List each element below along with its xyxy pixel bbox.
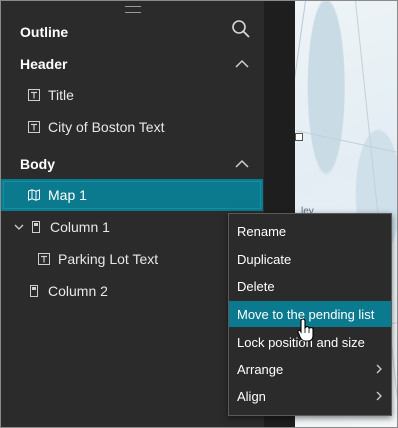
menu-item-align[interactable]: Align (229, 383, 391, 409)
context-menu: Rename Duplicate Delete Move to the pend… (228, 213, 392, 416)
menu-item-duplicate[interactable]: Duplicate (229, 246, 391, 272)
outline-item-city-of-boston-text[interactable]: City of Boston Text (28, 119, 164, 135)
outline-panel: Outline Header Title City of Boston Text… (1, 1, 264, 427)
outline-title: Outline (20, 24, 69, 40)
outline-item-label: City of Boston Text (48, 119, 165, 135)
outline-item-map-1[interactable]: Map 1 (28, 187, 87, 203)
outline-item-label: Map 1 (48, 187, 87, 203)
outline-item-label: Parking Lot Text (58, 251, 159, 267)
outline-item-column-1[interactable]: Column 1 (14, 219, 110, 235)
text-element-icon (38, 253, 50, 265)
map-road (296, 130, 397, 153)
column-icon (32, 221, 40, 233)
outline-item-label: Column 2 (48, 283, 108, 299)
outline-item-title[interactable]: Title (28, 87, 74, 103)
menu-item-rename[interactable]: Rename (229, 218, 391, 244)
chevron-up-icon[interactable] (234, 159, 250, 169)
outline-item-label: Title (48, 87, 74, 103)
map-selection-handle[interactable] (295, 133, 303, 141)
app-window: ley J Outline Header Title (0, 0, 398, 428)
section-header[interactable]: Header (20, 56, 67, 72)
section-body[interactable]: Body (20, 156, 55, 172)
chevron-right-icon (376, 364, 382, 374)
search-icon[interactable] (231, 19, 251, 39)
hand-pointer-icon (297, 318, 314, 342)
outline-item-parking-lot-text[interactable]: Parking Lot Text (38, 251, 158, 267)
column-icon (30, 285, 38, 297)
drag-grip-icon[interactable] (125, 6, 141, 13)
menu-item-label: Arrange (237, 361, 284, 377)
menu-item-delete[interactable]: Delete (229, 273, 391, 299)
outline-item-column-2[interactable]: Column 2 (28, 283, 108, 299)
chevron-down-icon[interactable] (14, 223, 24, 231)
chevron-up-icon[interactable] (234, 59, 250, 69)
text-element-icon (28, 89, 40, 101)
text-element-icon (28, 121, 40, 133)
chevron-right-icon (376, 391, 382, 401)
map-frame-icon (28, 189, 40, 201)
menu-item-label: Align (237, 388, 266, 404)
outline-item-label: Column 1 (50, 219, 110, 235)
menu-item-arrange[interactable]: Arrange (229, 356, 391, 382)
